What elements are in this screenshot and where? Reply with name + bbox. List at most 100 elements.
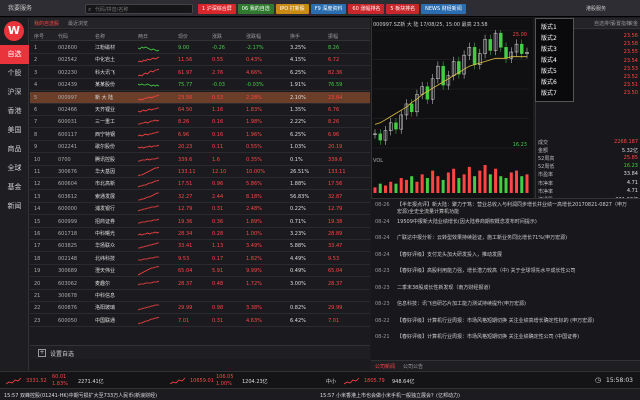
table-row[interactable]: 10 0700 腾讯控股 339.6 1.6 0.35% 0.1% 339.6: [30, 154, 370, 166]
nav-item-6[interactable]: 全球: [0, 159, 29, 178]
dropdown-item-4[interactable]: 版式5: [541, 66, 557, 75]
news-title[interactable]: 【春好评级】计算机行业周报：市场风格短期切换 关注业绩确定性公司 (中国证券): [397, 334, 627, 341]
table-row[interactable]: 17 603825 华扬联众 33.41 1.13 3.49% 5.88% 33.47: [30, 240, 370, 253]
dropdown-item-0[interactable]: 版式1: [541, 22, 557, 31]
settings-label[interactable]: 设置自选: [50, 349, 74, 358]
table-row[interactable]: 21 300678 中科信息: [30, 290, 370, 302]
top-button-5[interactable]: 5 板块排名: [386, 4, 420, 14]
logo-icon: W: [4, 21, 24, 41]
dropdown-item-6[interactable]: 版式7: [541, 88, 557, 97]
news-title[interactable]: 【春好评级】计算机行业周报：市场风格短期切换 关注业绩高增长确定性标的 (申万宏…: [397, 318, 627, 325]
add-icon[interactable]: +: [38, 349, 46, 357]
table-row[interactable]: 14 600000 浦发银行 12.79 0.31 2.48% 0.22% 12.79: [30, 203, 370, 216]
table-row[interactable]: 11 300676 华大基因 133.11 12.10 10.00% 26.51% 133.1…: [30, 166, 370, 178]
nav-item-3[interactable]: 香港: [0, 102, 29, 121]
top-button-0[interactable]: 1 沪深综合屏: [198, 4, 236, 14]
news-item[interactable]: 08-24 19509中报新大陆业绩增长(因大陆券商期权概念发布时间提示): [375, 219, 637, 226]
top-button-2[interactable]: IPO 打新股: [275, 4, 309, 14]
dropdown-item-5[interactable]: 版式6: [541, 77, 557, 86]
top-button-4[interactable]: 60 涨幅排名: [348, 4, 385, 14]
cell-turn: 0.1%: [290, 156, 303, 163]
news-item[interactable]: 08-24 【春好评级】支付龙头加大研发投入，推动发展: [375, 252, 637, 259]
table-row[interactable]: 16 601718 中科曙光 28.34 0.28 1.00% 3.23% 28.89: [30, 228, 370, 240]
news-item[interactable]: 08-23 二季末38股成长性新发现（南方财经报道）: [375, 285, 637, 292]
news-title[interactable]: 【春好评级】高股利用能力强，增长潜力较高（中) 关于全球领先水平成长性公司: [397, 268, 627, 275]
news-tab-0[interactable]: 公司新闻: [375, 363, 395, 370]
search-input[interactable]: [95, 6, 191, 13]
table-row[interactable]: 18 002148 北纬科技 9.53 0.17 1.82% 4.49% 9.53: [30, 253, 370, 265]
dropdown-item-2[interactable]: 版式3: [541, 44, 557, 53]
nav-item-1[interactable]: 个股: [0, 64, 29, 83]
news-item[interactable]: 08-24 广联达中报分析：云转型效果持续验证，施工新业务同比增长71%(申万宏源…: [375, 235, 637, 242]
table-row[interactable]: 13 603612 索通发展 32.27 2.44 8.18% 56.83% 32.87: [30, 191, 370, 203]
column-header-3[interactable]: 两日: [138, 33, 148, 40]
cell-turn: 56.83%: [290, 193, 310, 200]
news-date: 08-22: [375, 317, 390, 324]
column-header-0[interactable]: 序号: [34, 33, 44, 40]
right-tab-3[interactable]: 资金: [628, 20, 638, 27]
nav-item-4[interactable]: 美国: [0, 121, 29, 140]
top-button-6[interactable]: NEWS 财经新闻: [421, 4, 466, 14]
news-item[interactable]: 08-23 信息科技：讯飞自研芯片加工能力测试持续提升(申万宏源): [375, 301, 637, 308]
table-row[interactable]: 23 600050 中国联通 7.01 0.31 4.63% 6.42% 7.01: [30, 315, 370, 327]
news-title[interactable]: 19509中报新大陆业绩增长(因大陆券商期权概念发布时间提示): [397, 219, 627, 226]
nav-item-0[interactable]: 自选: [0, 45, 29, 64]
search-box[interactable]: ⌕: [85, 4, 193, 14]
nav-item-8[interactable]: 新闻: [0, 197, 29, 216]
hk-service-label[interactable]: 港股服务: [586, 5, 606, 12]
cell-no: 1: [34, 45, 38, 51]
column-header-4[interactable]: 现价: [178, 33, 188, 40]
nav-item-2[interactable]: 沪深: [0, 83, 29, 102]
table-row[interactable]: 15 600999 招商证券 19.36 0.36 1.89% 0.71% 19.38: [30, 216, 370, 228]
table-row[interactable]: 12 600604 市北高新 17.51 0.96 5.86% 1.88% 17.56: [30, 178, 370, 191]
news-tab-1[interactable]: 公司公告: [403, 363, 423, 370]
cell-code: 002466: [58, 107, 78, 113]
column-header-7[interactable]: 换手: [290, 33, 300, 40]
quote-label: 市盈率: [538, 172, 554, 179]
dropdown-item-1[interactable]: 版式2: [541, 33, 557, 42]
top-button-3[interactable]: F9 深度资料: [310, 4, 347, 14]
news-title[interactable]: 广联达中报分析：云转型效果持续验证，施工新业务同比增长71%(申万宏源): [397, 235, 627, 242]
table-row[interactable]: 20 603062 麦趣尔 28.37 0.48 1.72% 3.00% 28.37: [30, 278, 370, 290]
candle-body: [394, 122, 398, 130]
index-name[interactable]: 中小: [326, 378, 336, 385]
news-item[interactable]: 08-23 【春好评级】高股利用能力强，增长潜力较高（中) 关于全球领先水平成长性…: [375, 268, 637, 275]
layout-dropdown[interactable]: 版式1 版式2 版式3 版式4 版式5 版式6 版式7: [535, 18, 574, 102]
sparkline-path: [138, 107, 159, 113]
column-header-8[interactable]: 振幅: [328, 33, 338, 40]
news-title[interactable]: 二季末38股成长性新发现（南方财经报道）: [397, 285, 627, 292]
table-row[interactable]: 3 002230 科大讯飞 61.97 2.76 4.66% 6.25% 82.36: [30, 67, 370, 79]
table-row[interactable]: 19 300689 澄天伟业 65.04 5.91 9.99% 0.49% 65.04: [30, 265, 370, 278]
news-title[interactable]: 信息科技：讯飞自研芯片加工能力测试持续提升(申万宏源): [397, 301, 627, 308]
table-row[interactable]: 5 000997 新 大 陆 23.56 0.53 2.28% 2.10% 23.64: [30, 91, 370, 104]
nav-item-7[interactable]: 基金: [0, 178, 29, 197]
index-sparkline: [344, 377, 360, 385]
table-row[interactable]: 8 600117 西宁特钢 6.96 0.16 1.96% 6.25% 6.96: [30, 129, 370, 141]
column-header-5[interactable]: 涨跌: [212, 33, 222, 40]
news-item[interactable]: 08-22 【春好评级】计算机行业周报：市场风格短期切换 关注业绩高增长确定性标的…: [375, 318, 637, 325]
bottom-news-item[interactable]: 15:57 双峰控股(01241-HK)中期亏损扩大至733万人民币(新浪财经): [4, 392, 157, 399]
tab-0[interactable]: 我的自选股: [34, 20, 59, 27]
column-header-6[interactable]: 涨跌幅: [246, 33, 261, 40]
tab-1[interactable]: 最近浏览: [68, 20, 88, 27]
table-row[interactable]: 4 002439 某某股份 75.77 -0.03 -0.03% 1.91% 76.59: [30, 79, 370, 92]
table-row[interactable]: 22 600876 洛阳玻璃 29.99 0.98 3.38% 0.82% 29.99: [30, 302, 370, 315]
nav-item-5[interactable]: 商品: [0, 140, 29, 159]
table-row[interactable]: 9 002241 歌尔股份 20.23 0.11 0.55% 1.03% 20.19: [30, 141, 370, 154]
price-chart[interactable]: 25.00 16.23: [373, 30, 531, 195]
column-header-2[interactable]: 名称: [95, 33, 105, 40]
top-button-1[interactable]: 06 我的自选: [237, 4, 274, 14]
cell-code: 002542: [58, 57, 78, 64]
table-row[interactable]: 6 002466 天齐锂业 64.50 1.16 1.83% 1.35% 6.76: [30, 104, 370, 116]
news-title[interactable]: 【半年报点评】新大陆：聚力于笃：营业总收入与利润同步增长并业绩一高增长20170…: [397, 202, 627, 216]
column-header-1[interactable]: 代码: [58, 33, 68, 40]
news-item[interactable]: 08-26 【半年报点评】新大陆：聚力于笃：营业总收入与利润同步增长并业绩一高增长…: [375, 202, 637, 216]
table-row[interactable]: 2 002542 中化岩土 11.56 0.55 0.43% 4.15% 6.72: [30, 54, 370, 67]
news-title[interactable]: 【春好评级】支付龙头加大研发投入，推动发展: [397, 252, 627, 259]
table-row[interactable]: 7 600031 三一重工 8.26 0.16 1.98% 2.22% 8.26: [30, 116, 370, 129]
sparkline-path: [138, 57, 160, 63]
bottom-news-item[interactable]: 15:57 小米香港上市也会做小米手机一般独立展会？(亿邦动力): [320, 392, 460, 399]
table-row[interactable]: 1 002600 江粉磁材 9.00 -0.26 -2.17% 3.25% 8.26: [30, 42, 370, 54]
news-item[interactable]: 08-21 【春好评级】计算机行业周报：市场风格短期切换 关注业绩确定性公司 (中…: [375, 334, 637, 341]
dropdown-item-3[interactable]: 版式4: [541, 55, 557, 64]
